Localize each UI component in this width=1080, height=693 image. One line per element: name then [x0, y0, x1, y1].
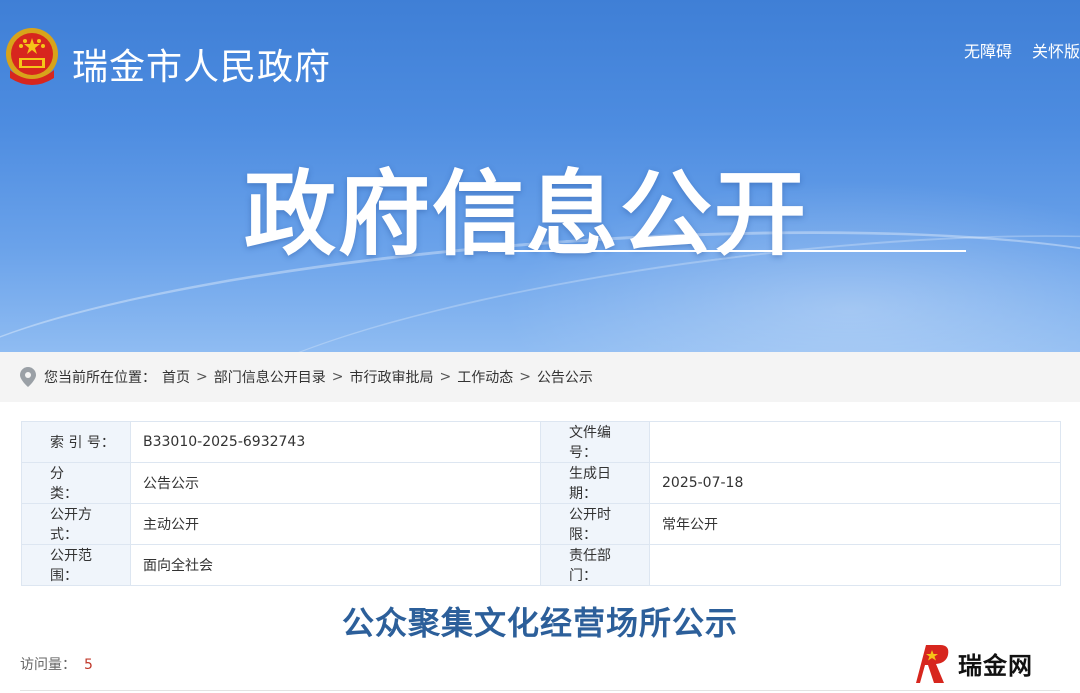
- breadcrumb-separator: >: [331, 369, 344, 385]
- disclosure-scope-label: 公开范围：: [21, 544, 131, 586]
- visit-count-value: 5: [84, 657, 93, 673]
- breadcrumb: 您当前所在位置： 首页 > 部门信息公开目录 > 市行政审批局 > 工作动态 >…: [0, 352, 1080, 402]
- visit-count-label: 访问量：: [20, 657, 76, 673]
- disclosure-period-value: 常年公开: [649, 503, 1061, 545]
- responsible-dept-value: [649, 544, 1061, 586]
- breadcrumb-lead: 您当前所在位置：: [44, 370, 156, 386]
- disclosure-period-label: 公开时限：: [540, 503, 650, 545]
- table-row: 分 类： 公告公示 生成日期： 2025-07-18: [21, 462, 1061, 504]
- breadcrumb-announcements[interactable]: 公告公示: [537, 367, 593, 387]
- divider: [20, 690, 1060, 691]
- category-value: 公告公示: [130, 462, 541, 504]
- index-number-label: 索 引 号：: [21, 421, 131, 463]
- national-emblem-icon: [6, 28, 58, 85]
- breadcrumb-separator: >: [196, 369, 208, 385]
- watermark-text: 瑞金网: [958, 651, 1033, 680]
- hero-underline: [488, 250, 966, 252]
- table-row: 公开范围： 面向全社会 责任部门：: [21, 544, 1061, 586]
- header-banner: 瑞金市人民政府 无障碍 关怀版 政府信息公开: [0, 0, 1080, 352]
- watermark-r-icon: [916, 645, 949, 683]
- table-row: 索 引 号： B33010-2025-6932743 文件编号：: [21, 421, 1061, 463]
- top-links: 无障碍 关怀版: [964, 38, 1080, 62]
- table-row: 公开方式： 主动公开 公开时限： 常年公开: [21, 503, 1061, 545]
- disclosure-method-value: 主动公开: [130, 503, 541, 545]
- document-number-value: [649, 421, 1061, 463]
- care-mode-link[interactable]: 关怀版: [1032, 38, 1080, 62]
- category-label: 分 类：: [21, 462, 131, 504]
- created-date-label: 生成日期：: [540, 462, 650, 504]
- breadcrumb-separator: >: [519, 369, 531, 385]
- watermark-logo: 瑞金网: [912, 638, 1072, 688]
- breadcrumb-work-news[interactable]: 工作动态: [457, 367, 513, 387]
- breadcrumb-separator: >: [439, 369, 452, 385]
- visit-count: 访问量： 5: [20, 654, 93, 674]
- index-number-value: B33010-2025-6932743: [130, 421, 541, 463]
- accessibility-link[interactable]: 无障碍: [964, 38, 1012, 62]
- created-date-value: 2025-07-18: [649, 462, 1061, 504]
- document-meta-table: 索 引 号： B33010-2025-6932743 文件编号： 分 类： 公告…: [21, 421, 1061, 586]
- breadcrumb-home[interactable]: 首页: [162, 367, 190, 387]
- document-number-label: 文件编号：: [540, 421, 650, 463]
- site-title[interactable]: 瑞金市人民政府: [72, 38, 331, 90]
- breadcrumb-dept-catalog[interactable]: 部门信息公开目录: [214, 367, 326, 387]
- disclosure-method-label: 公开方式：: [21, 503, 131, 545]
- responsible-dept-label: 责任部门：: [540, 544, 650, 586]
- disclosure-scope-value: 面向全社会: [130, 544, 541, 586]
- hero-title: 政府信息公开: [244, 161, 809, 268]
- location-pin-icon: [20, 367, 36, 387]
- breadcrumb-approval-bureau[interactable]: 市行政审批局: [349, 367, 433, 387]
